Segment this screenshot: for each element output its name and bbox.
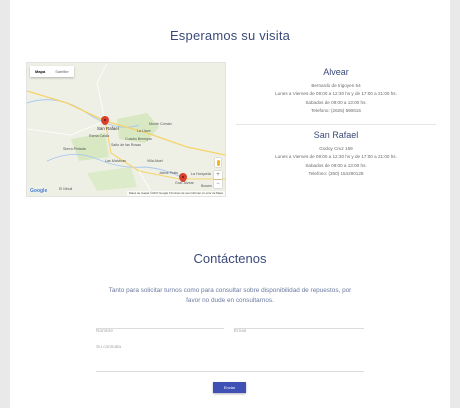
map-label-cuadro-benegas: Cuadro Benegas [125,137,152,141]
branch-saturday-hours: Sabados de 09:00 a 13:00 hs. [305,99,367,105]
visit-heading: Esperamos su visita [169,28,291,43]
zoom-in-button[interactable]: + [214,171,222,179]
map-label-monte-coman: Monte Comán [149,122,172,126]
map-label-gral-alvear: Gral. Alvear [175,181,194,185]
map-attribution[interactable]: Datos de mapas ©2017 Google Términos de … [126,191,225,196]
branch-san-rafael: San Rafael Godoy Cruz 169 Lunes a Vierne… [236,130,436,179]
branch-alvear: Alvear Bernardo de Irigoyen 54 Lunes a V… [236,67,436,116]
map-label-sierra-pintada: Sierra Pintada [63,147,86,151]
map[interactable]: Mapa Satélite San Rafael Rama Caída Cuad… [26,62,226,197]
branch-saturday-hours: Sabados de 09:00 a 13:00 hs. [305,162,367,168]
email-field[interactable] [234,319,364,334]
submit-button[interactable]: Enviar [213,382,246,393]
branch-phone: Telefono: (2625) 590615 [311,108,361,114]
map-label-la-horqueta: La Horqueta [191,172,211,176]
name-field[interactable] [96,319,224,334]
map-type-satellite-button[interactable]: Satélite [50,66,73,77]
map-type-toggle[interactable]: Mapa Satélite [30,66,74,77]
message-field[interactable] [96,345,364,372]
map-canvas[interactable] [27,63,225,196]
branch-phone: Telefono: (260) 154290128 [308,171,364,177]
branch-weekday-hours: Lunes a Viernes de 09:00 a 12:30 hs y de… [275,91,397,97]
contact-intro: Tanto para solicitar turnos como para co… [108,287,352,304]
branch-address: Bernardo de Irigoyen 54 [311,83,361,88]
zoom-out-button[interactable]: − [214,180,222,188]
map-label-jaime-prats: Jaime Prats [159,171,178,175]
contact-heading: Contáctenos [193,251,267,266]
branch-divider [236,124,436,125]
name-input[interactable] [96,329,224,334]
map-label-la-llave: La Llave [137,129,151,133]
message-textarea[interactable] [96,345,364,360]
google-logo: Google [30,188,48,194]
branch-name: Alvear [323,67,349,77]
map-label-el-nihuil: El Nihuil [59,187,73,191]
email-input[interactable] [234,329,364,334]
branch-weekday-hours: Lunes a Viernes de 09:00 a 12:30 hs y de… [275,154,397,160]
map-label-salto-de-las-rosas: Salto de las Rosas [111,143,141,147]
map-label-san-rafael: San Rafael [97,126,119,131]
map-label-rama-caida: Rama Caída [89,134,110,138]
branch-address: Godoy Cruz 169 [319,146,353,151]
branch-name: San Rafael [313,130,359,140]
map-label-villa-atuel: Villa Atuel [147,159,163,163]
map-label-las-malvinas: Las Malvinas [105,159,126,163]
street-view-pegman-icon[interactable] [215,158,221,167]
map-type-map-button[interactable]: Mapa [30,66,50,77]
page: Esperamos su visita Mapa Satélite San Ra… [10,0,450,408]
map-label-bowen: Bowen [201,184,212,188]
